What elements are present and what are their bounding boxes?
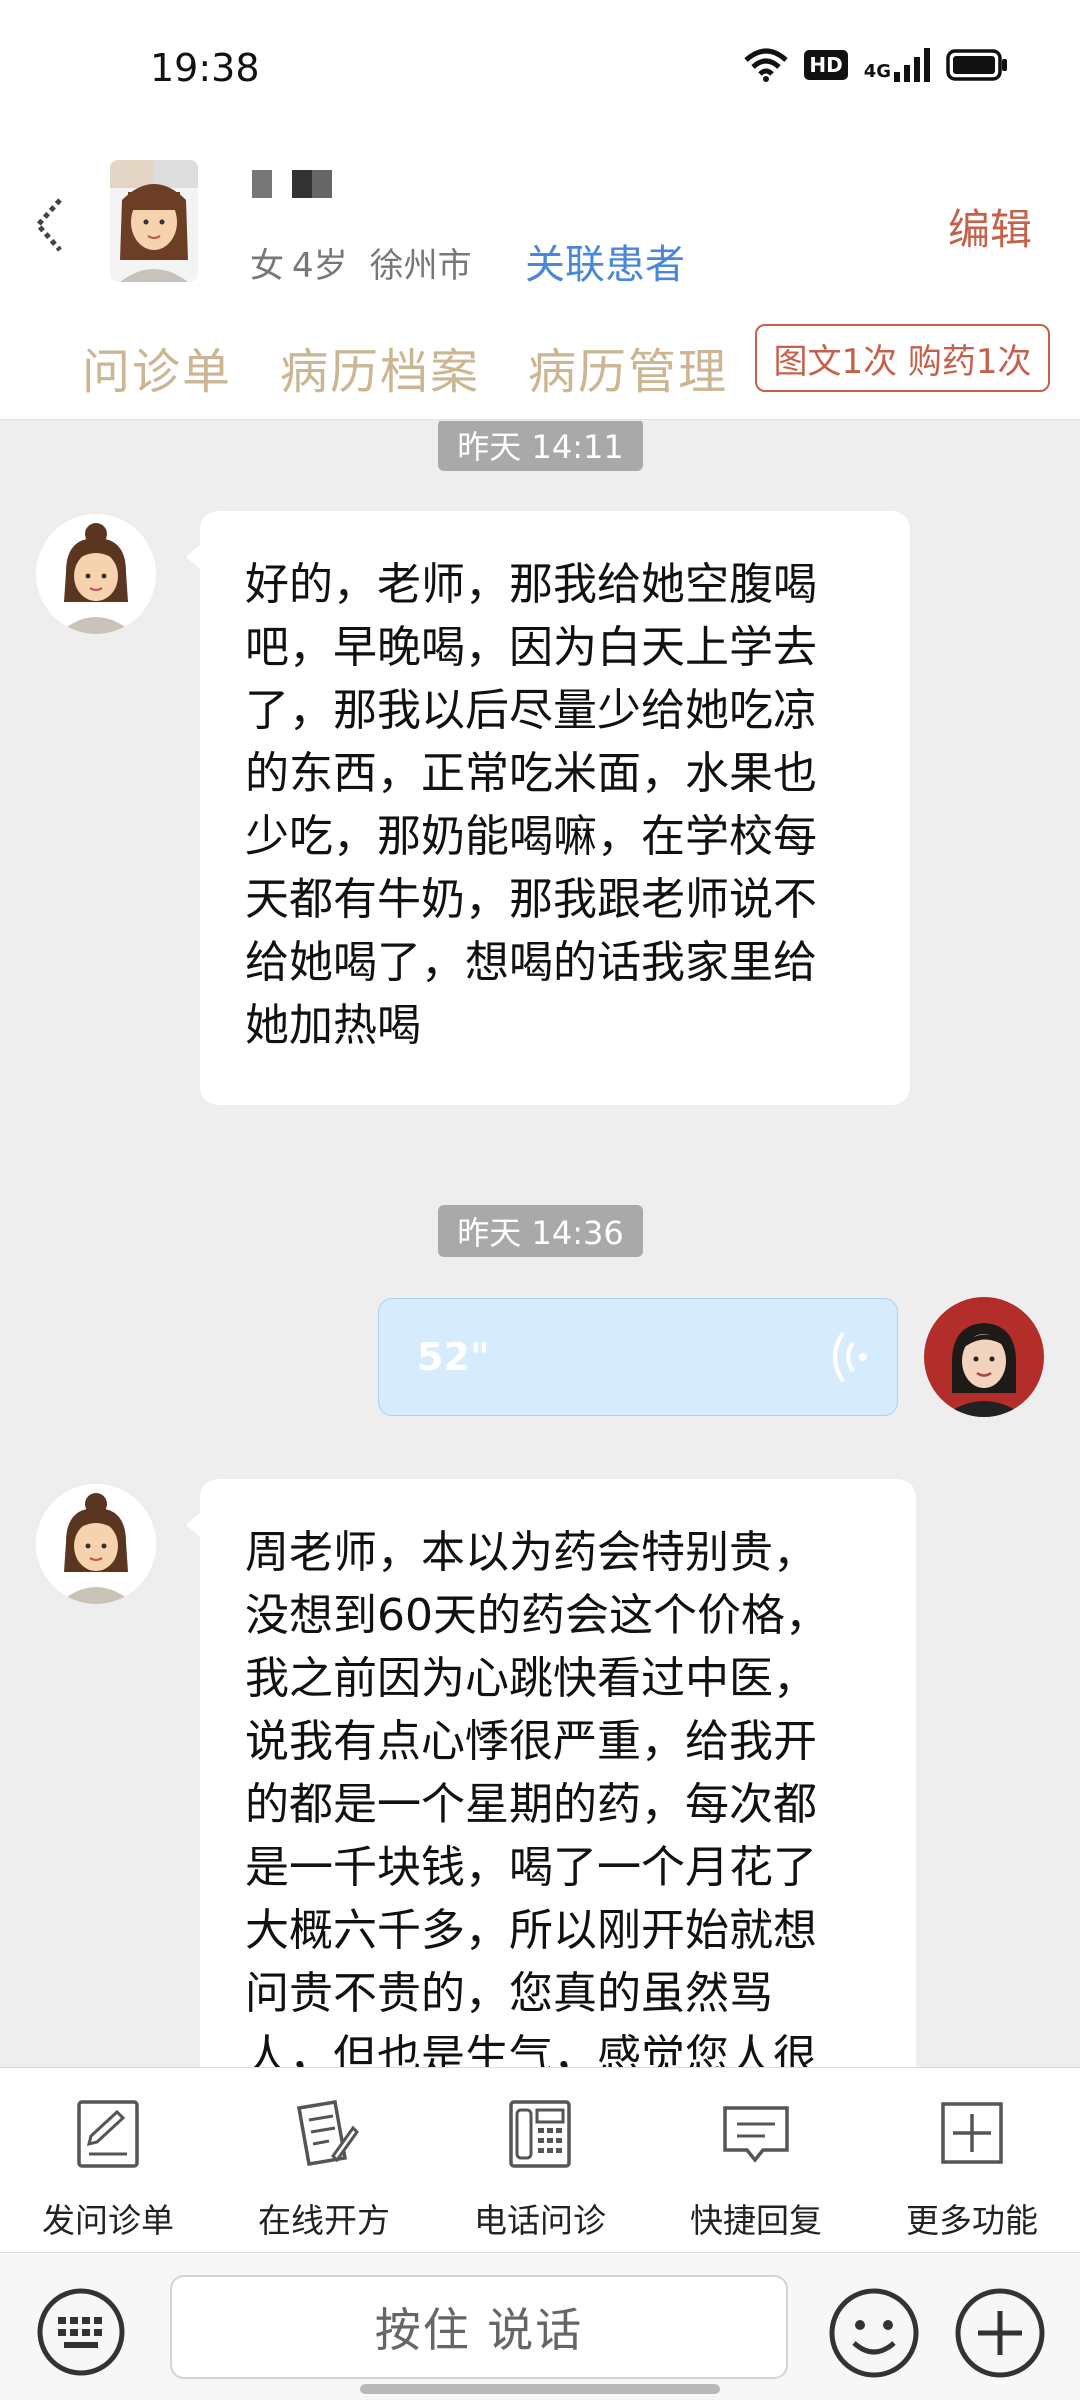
prescription-icon	[296, 2099, 359, 2167]
status-bar: 19:38 HD 4G	[0, 0, 1080, 140]
message-line: 问贵不贵的，您真的虽然骂	[245, 1968, 773, 2019]
patient-avatar[interactable]	[36, 514, 156, 634]
message-line: 好的，老师，那我给她空腹喝	[245, 559, 817, 610]
battery-icon	[946, 49, 1007, 81]
message-line: 大概六千多，所以刚开始就想	[245, 1905, 817, 1956]
send-form-button[interactable]: 发问诊单	[0, 2098, 216, 2242]
status-icons: HD 4G	[744, 48, 1008, 82]
home-indicator[interactable]	[360, 2384, 720, 2394]
phone-consult-label: 电话问诊	[474, 2201, 606, 2240]
plus-icon[interactable]	[954, 2287, 1046, 2379]
online-prescription-label: 在线开方	[258, 2201, 390, 2240]
message-line: 吧，早晚喝，因为白天上学去	[245, 622, 817, 673]
patient-info: 女 4岁 徐州市	[250, 238, 494, 287]
message-line: 没想到60天的药会这个价格，	[245, 1590, 829, 1641]
phone-icon	[509, 2100, 571, 2168]
patient-age: 4岁	[292, 246, 348, 286]
service-count-badge[interactable]: 图文1次 购药1次	[755, 324, 1050, 392]
hold-to-talk-button[interactable]: 按住 说话	[170, 2275, 788, 2379]
plus-box-icon	[941, 2102, 1003, 2164]
quick-reply-button[interactable]: 快捷回复	[648, 2098, 864, 2242]
patient-city: 徐州市	[369, 246, 472, 286]
message-line: 周老师，本以为药会特别贵，	[245, 1527, 817, 1578]
wifi-icon	[744, 48, 789, 82]
more-features-label: 更多功能	[906, 2201, 1038, 2240]
header-tabs: 问诊单 病历档案 病历管理	[82, 332, 728, 402]
patient-avatar[interactable]	[36, 1484, 156, 1604]
quick-reply-label: 快捷回复	[690, 2201, 822, 2240]
chat-icon	[723, 2106, 789, 2163]
message-line: 说我有点心悸很严重，给我开	[245, 1716, 817, 1767]
tab-consultation-form[interactable]: 问诊单	[82, 332, 232, 402]
online-prescription-button[interactable]: 在线开方	[216, 2098, 432, 2242]
phone-consult-button[interactable]: 电话问诊	[432, 2098, 648, 2242]
patient-avatar[interactable]	[110, 160, 198, 282]
keyboard-icon[interactable]	[36, 2287, 126, 2377]
voice-duration: 52"	[417, 1335, 490, 1379]
doctor-avatar[interactable]	[924, 1297, 1044, 1417]
form-icon	[77, 2100, 139, 2168]
message-line: 她加热喝	[245, 1000, 421, 1051]
more-features-button[interactable]: 更多功能	[864, 2098, 1080, 2242]
patient-header: 女 4岁 徐州市 关联患者 编辑 问诊单 病历档案 病历管理 图文1次 购药1次	[0, 140, 1080, 420]
voice-message[interactable]: 52"	[378, 1298, 898, 1416]
timestamp: 昨天 14:11	[438, 421, 643, 471]
emoji-icon[interactable]	[828, 2287, 920, 2379]
message-bubble-patient[interactable]: 周老师，本以为药会特别贵， 没想到60天的药会这个价格， 我之前因为心跳快看过中…	[186, 1479, 916, 2067]
network-type-label: 4G	[863, 61, 891, 82]
chat-area[interactable]: 昨天 14:11 好的，老师，那我给她空腹喝 吧，早晚喝，因为白天上学去 了，那…	[0, 421, 1080, 2067]
send-form-label: 发问诊单	[42, 2201, 174, 2240]
input-bar: 按住 说话	[0, 2252, 1080, 2400]
message-line: 是一千块钱，喝了一个月花了	[245, 1842, 817, 1893]
message-line: 的都是一个星期的药，每次都	[245, 1779, 817, 1830]
link-patient-button[interactable]: 关联患者	[525, 232, 685, 290]
timestamp: 昨天 14:36	[438, 1205, 643, 1257]
message-line: 了，那我以后尽量少给她吃凉	[245, 685, 817, 736]
tab-medical-records[interactable]: 病历档案	[280, 332, 480, 402]
patient-gender: 女	[250, 246, 284, 286]
message-line: 的东西，正常吃米面，水果也	[245, 748, 817, 799]
voice-wave-icon	[833, 1331, 867, 1383]
patient-name-masked	[252, 170, 392, 202]
hd-icon: HD	[804, 50, 848, 80]
message-bubble-patient[interactable]: 好的，老师，那我给她空腹喝 吧，早晚喝，因为白天上学去 了，那我以后尽量少给她吃…	[186, 511, 910, 1105]
message-line: 我之前因为心跳快看过中医，	[245, 1653, 817, 1704]
back-button[interactable]	[30, 190, 70, 260]
action-toolbar: 发问诊单 在线开方 电话问诊 快捷回复 更多功能	[0, 2067, 1080, 2252]
message-line: 天都有牛奶，那我跟老师说不	[245, 874, 817, 925]
tab-record-management[interactable]: 病历管理	[528, 332, 728, 402]
cellular-signal-icon: 4G	[864, 48, 930, 82]
message-line: 少吃，那奶能喝嘛，在学校每	[245, 811, 817, 862]
message-line: 人，但也是生气，感觉您人很	[245, 2031, 817, 2067]
message-line: 给她喝了，想喝的话我家里给	[245, 937, 817, 988]
status-time: 19:38	[150, 46, 260, 90]
edit-button[interactable]: 编辑	[948, 196, 1032, 257]
